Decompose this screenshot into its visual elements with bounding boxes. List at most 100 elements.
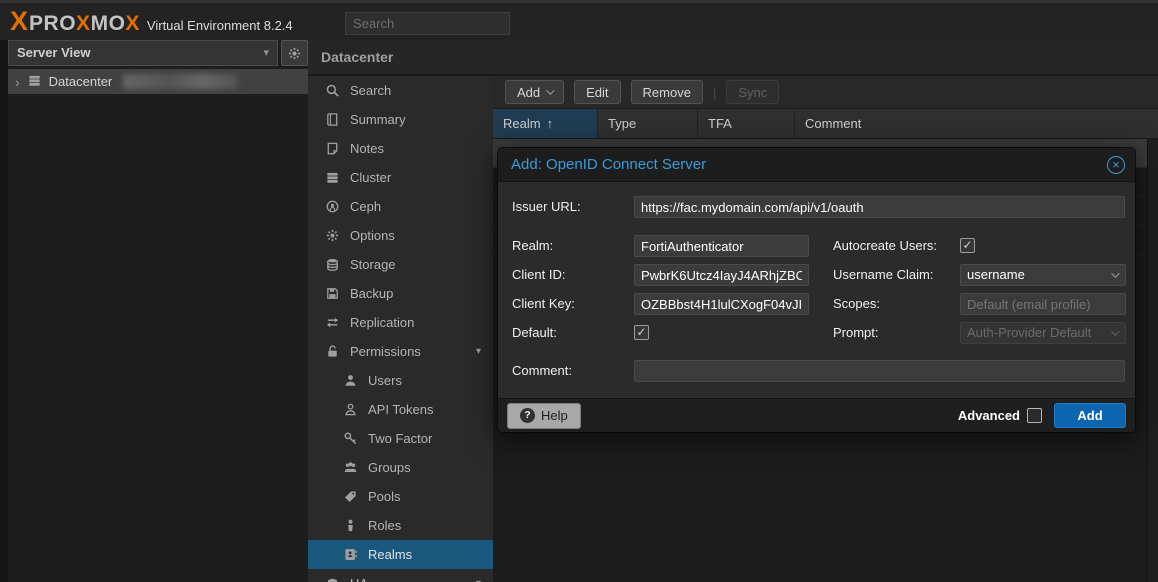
key-icon bbox=[343, 431, 358, 446]
column-header-tfa[interactable]: TFA bbox=[698, 109, 795, 138]
nav-item-ceph[interactable]: Ceph bbox=[308, 192, 493, 221]
nav-item-replication[interactable]: Replication bbox=[308, 308, 493, 337]
tree-settings-button[interactable] bbox=[281, 40, 308, 66]
nav-item-cluster[interactable]: Cluster bbox=[308, 163, 493, 192]
roles-icon bbox=[343, 518, 358, 533]
app-header: X PROXMOX Virtual Environment 8.2.4 bbox=[0, 0, 1158, 40]
nav-item-label: Summary bbox=[350, 112, 406, 127]
scopes-input[interactable] bbox=[960, 293, 1126, 315]
column-header-comment[interactable]: Comment bbox=[795, 109, 1158, 138]
nav-item-groups[interactable]: Groups bbox=[308, 453, 493, 482]
username-claim-value: username bbox=[967, 265, 1119, 285]
nav-item-realms[interactable]: Realms bbox=[308, 540, 493, 569]
scrollbar[interactable] bbox=[1147, 139, 1158, 582]
remove-button[interactable]: Remove bbox=[631, 80, 703, 104]
pools-icon bbox=[343, 489, 358, 504]
submit-add-button[interactable]: Add bbox=[1054, 403, 1126, 428]
replication-icon bbox=[325, 315, 340, 330]
autocreate-users-checkbox[interactable]: ✓ bbox=[960, 238, 975, 253]
nav-item-search[interactable]: Search bbox=[308, 76, 493, 105]
sync-button-label: Sync bbox=[738, 85, 767, 100]
realm-input[interactable] bbox=[634, 235, 809, 257]
nav-item-notes[interactable]: Notes bbox=[308, 134, 493, 163]
sync-button: Sync bbox=[726, 80, 779, 104]
resource-tree-panel: Server View ▾ › Datacenter bbox=[8, 40, 308, 582]
api-token-icon bbox=[343, 402, 358, 417]
column-header-realm[interactable]: Realm↑ bbox=[493, 109, 598, 138]
edit-button[interactable]: Edit bbox=[574, 80, 620, 104]
comment-input[interactable] bbox=[634, 360, 1125, 382]
close-icon[interactable]: × bbox=[1107, 156, 1125, 174]
prompt-value: Auth-Provider Default bbox=[967, 323, 1119, 343]
expander-icon[interactable]: › bbox=[15, 74, 20, 90]
nav-item-users[interactable]: Users bbox=[308, 366, 493, 395]
nav-item-label: Backup bbox=[350, 286, 393, 301]
client-id-input[interactable] bbox=[634, 264, 809, 286]
question-icon: ? bbox=[520, 408, 535, 423]
nav-item-roles[interactable]: Roles bbox=[308, 511, 493, 540]
proxmox-app: { "header": { "product": "PROXMOX", "sub… bbox=[0, 0, 1158, 582]
collapse-arrow-icon[interactable]: ▾ bbox=[476, 346, 481, 357]
default-label: Default: bbox=[512, 322, 557, 344]
tree-item-datacenter[interactable]: › Datacenter bbox=[8, 69, 308, 94]
gear-icon bbox=[287, 46, 302, 61]
realms-table-header: Realm↑TypeTFAComment bbox=[493, 109, 1158, 139]
nav-item-label: HA bbox=[350, 576, 368, 582]
collapse-arrow-icon[interactable]: ▾ bbox=[476, 578, 481, 582]
view-selector-label: Server View bbox=[17, 41, 90, 65]
submit-add-label: Add bbox=[1077, 408, 1102, 423]
issuer-url-label: Issuer URL: bbox=[512, 196, 581, 218]
advanced-checkbox[interactable] bbox=[1027, 408, 1042, 423]
dialog-title: Add: OpenID Connect Server bbox=[498, 148, 1135, 182]
nav-item-permissions[interactable]: Permissions ▾ bbox=[308, 337, 493, 366]
nav-item-label: Groups bbox=[368, 460, 411, 475]
user-icon bbox=[343, 373, 358, 388]
proxmox-logo: X PROXMOX Virtual Environment 8.2.4 bbox=[10, 6, 293, 37]
chevron-down-icon bbox=[546, 86, 554, 94]
toolbar-separator: | bbox=[713, 85, 716, 100]
nav-item-api-tokens[interactable]: API Tokens bbox=[308, 395, 493, 424]
sort-asc-icon: ↑ bbox=[547, 116, 554, 131]
ha-icon bbox=[325, 576, 340, 582]
global-search-input[interactable] bbox=[345, 12, 510, 35]
dialog-body: Issuer URL: Realm: Autocreate Users: ✓ C… bbox=[498, 182, 1135, 398]
nav-item-label: Ceph bbox=[350, 199, 381, 214]
add-openid-dialog: Add: OpenID Connect Server × Issuer URL:… bbox=[498, 148, 1135, 432]
nav-item-label: Realms bbox=[368, 547, 412, 562]
help-button[interactable]: ? Help bbox=[507, 403, 581, 429]
prompt-dropdown: Auth-Provider Default bbox=[960, 322, 1126, 344]
dialog-titlebar[interactable]: Add: OpenID Connect Server × bbox=[498, 148, 1135, 182]
permissions-icon bbox=[325, 344, 340, 359]
column-header-type[interactable]: Type bbox=[598, 109, 698, 138]
nav-item-label: Roles bbox=[368, 518, 401, 533]
client-key-input[interactable] bbox=[634, 293, 809, 315]
nav-item-ha[interactable]: HA ▾ bbox=[308, 569, 493, 582]
nav-item-label: Users bbox=[368, 373, 402, 388]
client-key-label: Client Key: bbox=[512, 293, 575, 315]
nav-item-storage[interactable]: Storage bbox=[308, 250, 493, 279]
nav-item-backup[interactable]: Backup bbox=[308, 279, 493, 308]
storage-icon bbox=[325, 257, 340, 272]
nav-item-label: Storage bbox=[350, 257, 396, 272]
datacenter-nav: Search Summary Notes Cluster Ceph Options Stor… bbox=[308, 76, 493, 582]
nav-item-label: Options bbox=[350, 228, 395, 243]
scopes-label: Scopes: bbox=[833, 293, 880, 315]
issuer-url-input[interactable] bbox=[634, 196, 1125, 218]
page-title: Datacenter bbox=[308, 40, 1158, 75]
nav-item-label: Permissions bbox=[350, 344, 421, 359]
nav-item-options[interactable]: Options bbox=[308, 221, 493, 250]
add-button-label: Add bbox=[517, 85, 540, 100]
username-claim-dropdown[interactable]: username bbox=[960, 264, 1126, 286]
nav-item-pools[interactable]: Pools bbox=[308, 482, 493, 511]
search-icon bbox=[325, 83, 340, 98]
view-selector[interactable]: Server View ▾ bbox=[8, 40, 278, 66]
nav-item-summary[interactable]: Summary bbox=[308, 105, 493, 134]
prompt-label: Prompt: bbox=[833, 322, 879, 344]
add-button[interactable]: Add bbox=[505, 80, 564, 104]
realm-label: Realm: bbox=[512, 235, 553, 257]
default-checkbox[interactable]: ✓ bbox=[634, 325, 649, 340]
nav-item-label: Two Factor bbox=[368, 431, 432, 446]
nav-item-two-factor[interactable]: Two Factor bbox=[308, 424, 493, 453]
username-claim-label: Username Claim: bbox=[833, 264, 933, 286]
nav-item-label: Cluster bbox=[350, 170, 391, 185]
